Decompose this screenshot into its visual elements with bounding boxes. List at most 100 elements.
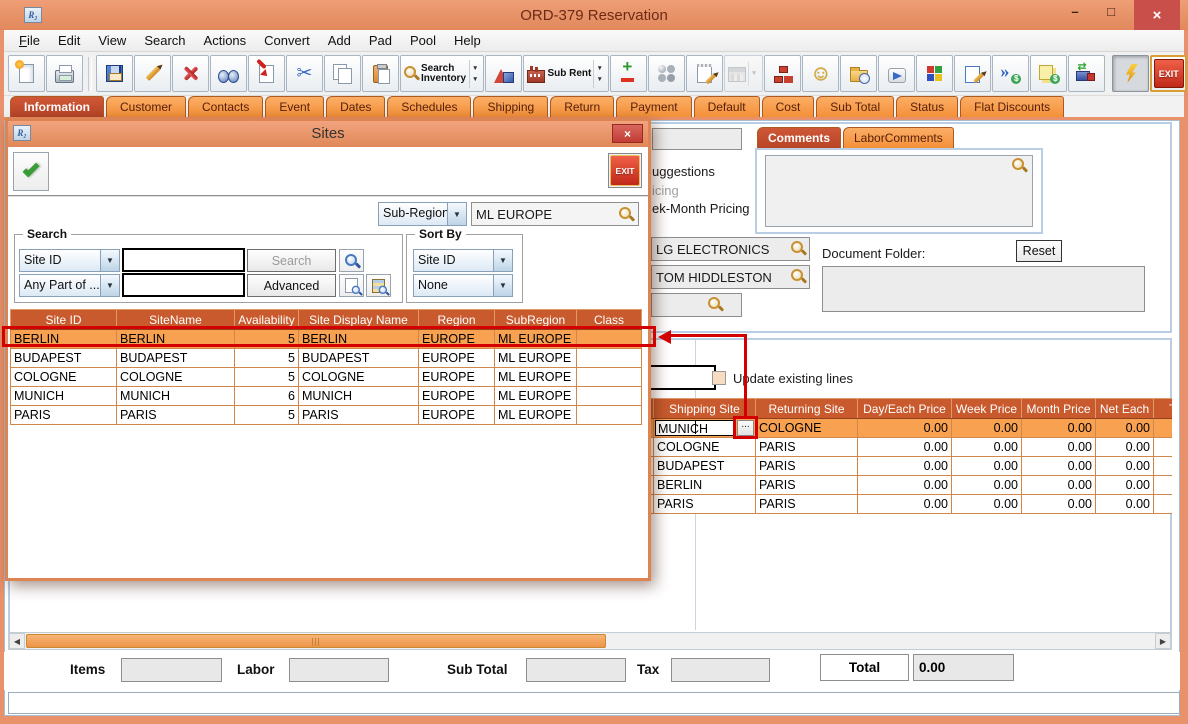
search-icon-button[interactable] — [339, 249, 364, 272]
shortcut-button[interactable] — [878, 55, 915, 92]
column-header[interactable]: SiteName — [117, 310, 235, 330]
day-price-cell[interactable]: 0.00 — [858, 457, 952, 476]
lookup-field[interactable] — [651, 293, 742, 317]
transfer-button[interactable] — [248, 55, 285, 92]
calendar-button[interactable]: ▼ — [724, 55, 763, 92]
search-icon[interactable] — [1012, 158, 1027, 173]
tab-information[interactable]: Information — [10, 96, 104, 117]
column-header[interactable]: Net Each — [1096, 399, 1154, 419]
dialog-close-button[interactable]: × — [612, 124, 643, 143]
menu-item-pool[interactable]: Pool — [401, 31, 445, 50]
class-cell[interactable] — [577, 368, 642, 387]
month-price-cell[interactable]: 0.00 — [1022, 438, 1096, 457]
subregion-cell[interactable]: ML EUROPE — [495, 406, 577, 425]
customer-field[interactable]: LG ELECTRONICS — [651, 237, 810, 261]
class-cell[interactable] — [577, 349, 642, 368]
site-name-cell[interactable]: BUDAPEST — [117, 349, 235, 368]
cut-button[interactable]: ✂ — [286, 55, 323, 92]
tab-status[interactable]: Status — [896, 96, 958, 117]
week-price-cell[interactable]: 0.00 — [952, 438, 1022, 457]
shipping-site-cell[interactable]: BUDAPEST — [654, 457, 756, 476]
exit-button[interactable]: EXIT — [1150, 55, 1187, 92]
column-header[interactable]: Site ID — [11, 310, 117, 330]
search-input[interactable] — [122, 248, 245, 272]
week-price-cell[interactable]: 0.00 — [952, 476, 1022, 495]
document-folder-box[interactable] — [822, 266, 1145, 312]
tab-dates[interactable]: Dates — [326, 96, 385, 117]
print-button[interactable] — [46, 55, 83, 92]
column-header[interactable]: Region — [419, 310, 495, 330]
menu-item-add[interactable]: Add — [319, 31, 360, 50]
region-cell[interactable]: EUROPE — [419, 368, 495, 387]
confirm-button[interactable] — [13, 152, 49, 191]
menu-item-file[interactable]: File — [10, 31, 49, 50]
display-name-cell[interactable]: MUNICH — [299, 387, 419, 406]
edit-note-button[interactable] — [954, 55, 991, 92]
table-row[interactable]: PARIS PARIS 0.00 0.00 0.00 0.00 — [646, 495, 1173, 514]
sites-table-row[interactable]: PARIS PARIS 5 PARIS EUROPE ML EUROPE — [11, 406, 642, 425]
reset-button[interactable]: Reset — [1016, 240, 1062, 262]
tab-comments[interactable]: Comments — [757, 127, 841, 148]
shapes-button[interactable] — [485, 55, 522, 92]
search-button[interactable]: Search — [247, 249, 336, 272]
tab-payment[interactable]: Payment — [616, 96, 691, 117]
advanced-input[interactable] — [122, 273, 245, 297]
menu-item-view[interactable]: View — [89, 31, 135, 50]
day-price-cell[interactable]: 0.00 — [858, 495, 952, 514]
sort-primary-select[interactable]: Site ID ▼ — [413, 249, 513, 272]
week-price-cell[interactable]: 0.00 — [952, 457, 1022, 476]
contacts-button[interactable]: ☺ — [802, 55, 839, 92]
shipping-site-cell[interactable]: PARIS — [654, 495, 756, 514]
add-remove-button[interactable] — [610, 55, 647, 92]
net-each-cell[interactable]: 0.00 — [1096, 476, 1154, 495]
advanced-search-icon-button[interactable] — [339, 274, 364, 297]
notes-button[interactable] — [686, 55, 723, 92]
labor-field[interactable] — [289, 658, 389, 682]
site-id-cell[interactable]: PARIS — [11, 406, 117, 425]
day-price-cell[interactable]: 0.00 — [858, 476, 952, 495]
menu-item-search[interactable]: Search — [135, 31, 194, 50]
comments-textarea[interactable] — [765, 155, 1033, 227]
availability-cell[interactable]: 6 — [235, 387, 299, 406]
availability-cell[interactable]: 5 — [235, 406, 299, 425]
tab-cost[interactable]: Cost — [762, 96, 815, 117]
availability-cell[interactable]: 5 — [235, 368, 299, 387]
net-each-cell[interactable]: 0.00 — [1096, 419, 1154, 438]
subregion-cell[interactable]: ML EUROPE — [495, 368, 577, 387]
search-inventory-button[interactable]: Search Inventory ▼▼ — [400, 55, 484, 92]
column-header[interactable]: Tot — [1154, 399, 1173, 419]
month-price-cell[interactable]: 0.00 — [1022, 476, 1096, 495]
search-field-select[interactable]: Site ID ▼ — [19, 249, 120, 272]
region-cell[interactable]: EUROPE — [419, 387, 495, 406]
week-price-cell[interactable]: 0.00 — [952, 495, 1022, 514]
class-cell[interactable] — [577, 330, 642, 349]
scrollbar-left-arrow[interactable]: ◀ — [9, 633, 25, 649]
subtotal-field[interactable] — [526, 658, 626, 682]
sites-table-row[interactable]: BERLIN BERLIN 5 BERLIN EUROPE ML EUROPE — [11, 330, 642, 349]
total-cell[interactable] — [1154, 495, 1173, 514]
sites-table-row[interactable]: COLOGNE COLOGNE 5 COLOGNE EUROPE ML EURO… — [11, 368, 642, 387]
column-header[interactable]: Returning Site — [756, 399, 858, 419]
search-icon[interactable] — [708, 297, 723, 312]
horizontal-scrollbar[interactable]: ◀ ▶ — [8, 632, 1172, 650]
subregion-cell[interactable]: ML EUROPE — [495, 330, 577, 349]
total-cell[interactable] — [1154, 438, 1173, 457]
text-field[interactable] — [652, 128, 742, 150]
availability-cell[interactable]: 5 — [235, 330, 299, 349]
total-field[interactable]: 0.00 — [913, 654, 1014, 681]
update-existing-lines-checkbox[interactable] — [712, 371, 726, 385]
history-folder-button[interactable] — [840, 55, 877, 92]
scrollbar-thumb[interactable] — [26, 634, 606, 648]
sort-secondary-select[interactable]: None ▼ — [413, 274, 513, 297]
menu-item-pad[interactable]: Pad — [360, 31, 401, 50]
availability-cell[interactable]: 5 — [235, 349, 299, 368]
site-id-cell[interactable]: BERLIN — [11, 330, 117, 349]
tab-contacts[interactable]: Contacts — [188, 96, 263, 117]
column-header[interactable]: Day/Each Price — [858, 399, 952, 419]
copy-button[interactable] — [324, 55, 361, 92]
subregion-cell[interactable]: ML EUROPE — [495, 349, 577, 368]
dialog-exit-button[interactable]: EXIT — [608, 153, 642, 188]
day-price-cell[interactable]: 0.00 — [858, 419, 952, 438]
tab-shipping[interactable]: Shipping — [473, 96, 548, 117]
search-icon[interactable] — [791, 269, 806, 284]
